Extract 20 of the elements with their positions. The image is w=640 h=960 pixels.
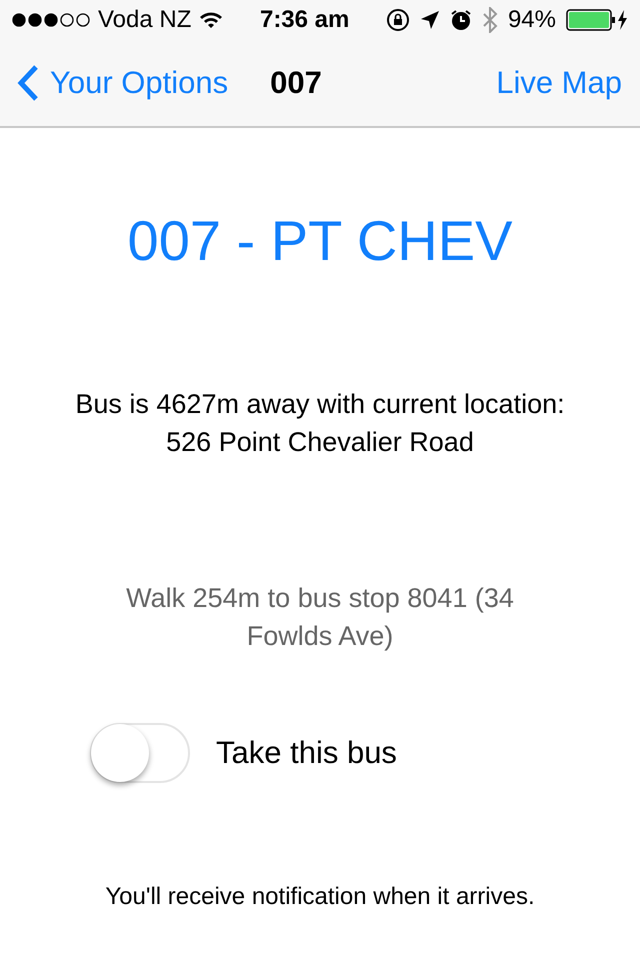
back-button[interactable]: Your Options: [16, 64, 228, 102]
chevron-left-icon: [16, 64, 40, 102]
toggle-label: Take this bus: [216, 735, 397, 771]
toggle-switch[interactable]: [90, 723, 190, 783]
live-map-button[interactable]: Live Map: [496, 65, 622, 101]
nav-title: 007: [270, 65, 322, 100]
battery-charging-icon: [566, 9, 628, 31]
bus-location-text: Bus is 4627m away with current location: 526 Point Chevalier Road: [74, 388, 566, 459]
signal-icon: [12, 13, 90, 27]
notification-note: You'll receive notification when it arrives.: [105, 883, 535, 910]
bluetooth-icon: [482, 7, 498, 33]
wifi-icon: [199, 11, 224, 29]
battery-percentage: 94%: [508, 6, 556, 34]
alarm-clock-icon: [450, 9, 472, 31]
walk-instruction-text: Walk 254m to bus stop 8041 (34 Fowlds Ave): [125, 582, 515, 653]
route-title: 007 - PT CHEV: [128, 209, 512, 272]
rotation-lock-icon: [386, 8, 410, 32]
location-arrow-icon: [420, 10, 440, 30]
status-time: 7:36 am: [260, 6, 350, 33]
carrier-name: Voda NZ: [98, 6, 192, 34]
